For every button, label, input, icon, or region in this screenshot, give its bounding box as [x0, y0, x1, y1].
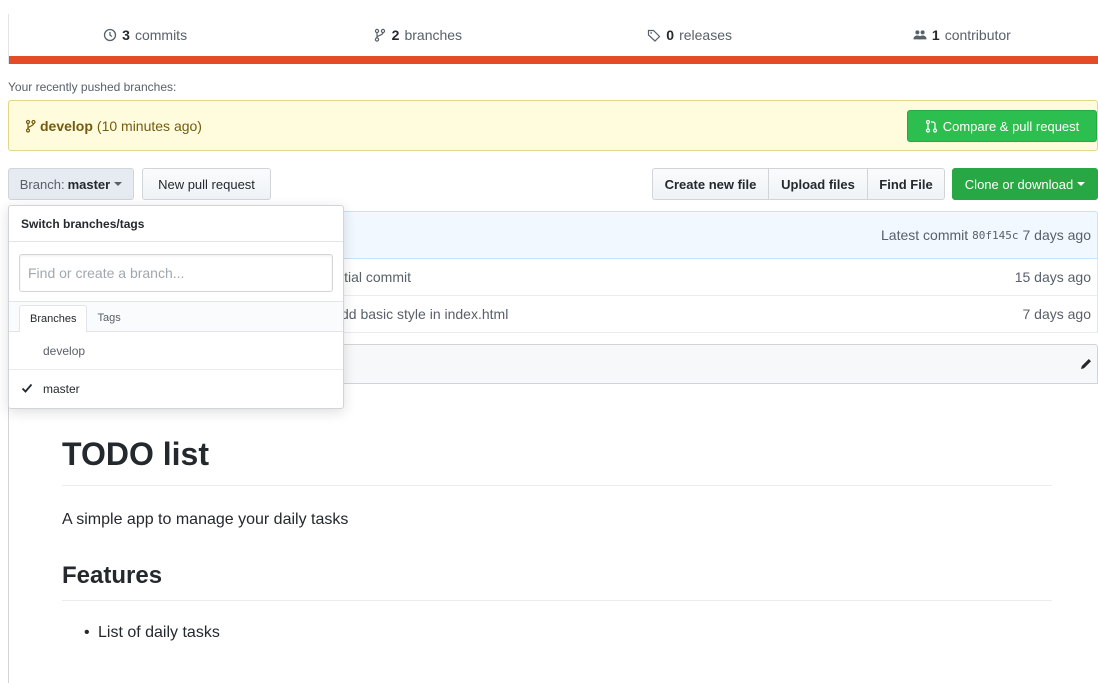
commits-label: commits: [134, 27, 188, 43]
recent-branch[interactable]: develop (10 minutes ago): [25, 118, 202, 134]
releases-count: 0: [666, 27, 675, 43]
file-actions-group: Create new file Upload files Find File: [652, 168, 945, 200]
contributors-count: 1: [931, 27, 940, 43]
readme-title: TODO list: [62, 432, 1052, 486]
upload-files-button[interactable]: Upload files: [768, 168, 868, 200]
tab-branches[interactable]: Branches: [19, 305, 88, 332]
branch-icon: [25, 119, 36, 133]
file-age: 7 days ago: [1022, 306, 1092, 322]
create-new-file-button[interactable]: Create new file: [652, 168, 769, 200]
recent-branch-time: (10 minutes ago): [96, 117, 202, 134]
people-icon: [913, 30, 927, 40]
recent-branch-name: develop: [40, 117, 93, 134]
recent-branches-label: Your recently pushed branches:: [8, 80, 177, 94]
latest-commit-label: Latest commit: [881, 227, 969, 243]
dropdown-title: Switch branches/tags: [9, 206, 343, 242]
pull-request-icon: [925, 119, 937, 133]
contributors-link[interactable]: 1 contributor: [826, 27, 1098, 43]
commits-link[interactable]: 3 commits: [9, 27, 281, 43]
branches-count: 2: [391, 27, 400, 43]
branch-item-master[interactable]: master: [9, 370, 343, 408]
commit-sha[interactable]: 80f145c: [972, 229, 1018, 242]
clone-download-button[interactable]: Clone or download: [952, 168, 1098, 200]
check-icon: [21, 383, 33, 393]
branch-select-button[interactable]: Branch: master: [8, 168, 134, 200]
branch-dropdown: Switch branches/tags Branches Tags devel…: [8, 205, 344, 409]
readme-description: A simple app to manage your daily tasks: [62, 511, 349, 528]
compare-pull-request-button[interactable]: Compare & pull request: [907, 110, 1097, 142]
branches-label: branches: [404, 27, 463, 43]
releases-label: releases: [679, 27, 732, 43]
caret-down-icon: [114, 182, 123, 186]
branch-item-develop[interactable]: develop: [9, 332, 343, 370]
language-bar[interactable]: [9, 56, 1098, 64]
list-item: List of daily tasks: [62, 621, 1052, 645]
branches-link[interactable]: 2 branches: [281, 27, 553, 43]
commit-age: 7 days ago: [1022, 227, 1092, 243]
commit-message[interactable]: dd basic style in index.html: [341, 306, 508, 322]
branch-icon: [374, 28, 385, 42]
tab-tags[interactable]: Tags: [87, 305, 130, 331]
compare-button-label: Compare & pull request: [942, 118, 1080, 134]
repo-summary: 3 commits 2 branches 0 releases 1 contri…: [8, 14, 1098, 64]
dropdown-tabs: Branches Tags: [9, 302, 343, 332]
clone-label: Clone or download: [964, 176, 1074, 192]
branch-filter-input[interactable]: [19, 254, 333, 292]
branch-item-label: develop: [43, 343, 86, 358]
readme-features-heading: Features: [62, 560, 1052, 601]
branch-filter: [9, 242, 343, 302]
contributors-label: contributor: [944, 27, 1011, 43]
commit-message[interactable]: itial commit: [341, 269, 411, 285]
branch-prefix: Branch:: [19, 176, 65, 192]
recent-branch-notice: develop (10 minutes ago) Compare & pull …: [8, 100, 1098, 151]
commits-count: 3: [122, 27, 130, 43]
releases-link[interactable]: 0 releases: [554, 27, 826, 43]
current-branch: master: [67, 176, 111, 192]
pencil-icon[interactable]: [1079, 357, 1093, 371]
new-pull-request-button[interactable]: New pull request: [142, 168, 271, 200]
history-icon: [104, 28, 117, 42]
caret-down-icon: [1077, 182, 1086, 186]
branch-item-label: master: [43, 382, 80, 396]
find-file-button[interactable]: Find File: [867, 168, 945, 200]
file-age: 15 days ago: [1014, 269, 1091, 285]
tag-icon: [648, 29, 661, 42]
